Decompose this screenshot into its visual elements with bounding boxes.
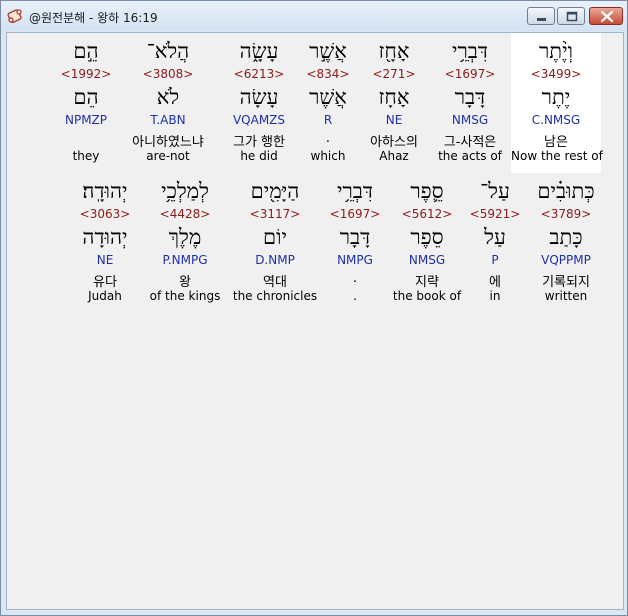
parsing-code: T.ABN <box>150 113 186 127</box>
word-cell[interactable]: לְמַלְכֵ֥י <4428> מֶלֶךְ P.NMPG 왕 of the… <box>140 173 230 313</box>
hebrew-word: הֲלֹא־ <box>146 39 190 63</box>
korean-gloss: 역대 <box>263 275 287 290</box>
app-window: @원전분해 - 왕하 16:19 וְיֶ֨תֶר <3499> יֶתֶר C… <box>0 0 628 616</box>
lemma: דָּבָר <box>339 225 371 249</box>
window-title: @원전분해 - 왕하 16:19 <box>29 11 158 25</box>
strong-number[interactable]: <6213> <box>214 67 304 81</box>
english-gloss: are-not <box>146 149 190 163</box>
verse-line-2: כְּתוּבִ֗ים <3789> כָּתַב VQPPMP 기록되지 wr… <box>7 173 623 313</box>
minimize-button[interactable] <box>527 7 555 25</box>
lemma: יְהוּדָה <box>82 225 128 249</box>
english-gloss: the chronicles <box>232 289 318 303</box>
parsing-code: P.NMPG <box>162 253 208 267</box>
parsing-code: NMPG <box>337 253 373 267</box>
app-scroll-icon[interactable] <box>7 8 23 24</box>
hebrew-word: הַיָּמִ֖ים <box>250 179 300 203</box>
close-button[interactable] <box>589 7 623 25</box>
parsing-code: NE <box>96 253 114 267</box>
strong-number[interactable]: <1697> <box>310 207 400 221</box>
strong-number[interactable]: <3808> <box>123 67 213 81</box>
english-gloss: of the kings <box>149 289 221 303</box>
korean-gloss: 아니하였느냐 <box>132 135 204 150</box>
word-cell[interactable]: וְיֶ֨תֶר <3499> יֶתֶר C.NMSG 남은 Now the … <box>511 33 603 173</box>
korean-gloss: . <box>352 271 358 286</box>
lemma: מֶלֶךְ <box>168 225 202 249</box>
title-bar[interactable]: @원전분해 - 왕하 16:19 <box>1 1 627 31</box>
parsing-code: D.NMP <box>255 253 295 267</box>
hebrew-word: לְמַלְכֵ֥י <box>161 179 209 203</box>
korean-gloss: 왕 <box>179 275 191 290</box>
lemma: הֵם <box>73 85 99 109</box>
close-icon <box>600 10 614 23</box>
minimize-icon <box>537 18 546 21</box>
strong-number[interactable]: <3063> <box>60 207 150 221</box>
english-gloss: . <box>353 289 357 303</box>
korean-gloss: 그가 행한 <box>233 135 285 150</box>
interlinear-pane[interactable]: וְיֶ֨תֶר <3499> יֶתֶר C.NMSG 남은 Now the … <box>6 32 624 610</box>
english-gloss: they <box>72 149 100 163</box>
hebrew-word: עָשָׂ֑ה <box>239 39 279 63</box>
parsing-code: VQAMZS <box>232 113 286 127</box>
lemma: לֹא <box>156 85 180 109</box>
parsing-code: C.NMSG <box>531 113 581 127</box>
word-cell[interactable]: עָשָׂ֑ה <6213> עָשָׂה VQAMZS 그가 행한 he di… <box>214 33 304 173</box>
word-cell[interactable]: הֵ֣ם <1992> הֵם NPMZP they <box>41 33 131 173</box>
word-cell[interactable]: הַיָּמִ֖ים <3117> יוֹם D.NMP 역대 the chro… <box>230 173 320 313</box>
korean-gloss: 유다 <box>93 275 117 290</box>
strong-number[interactable]: <4428> <box>140 207 230 221</box>
lemma: יוֹם <box>263 225 287 249</box>
lemma: עָשָׂה <box>239 85 279 109</box>
english-gloss: he did <box>240 149 278 163</box>
maximize-icon <box>566 11 578 22</box>
english-gloss: Judah <box>88 289 122 303</box>
strong-number[interactable]: <1992> <box>41 67 131 81</box>
word-cell[interactable]: הֲלֹא־ <3808> לֹא T.ABN 아니하였느냐 are-not <box>123 33 213 173</box>
strong-number[interactable]: <3499> <box>511 67 601 81</box>
lemma: יֶתֶר <box>541 85 571 109</box>
korean-gloss: 남은 <box>544 135 568 150</box>
hebrew-word: דִּבְרֵ֥י <box>336 179 374 203</box>
word-cell[interactable]: יְהוּדָֽה׃ <3063> יְהוּדָה NE 유다 Judah <box>60 173 150 313</box>
hebrew-word: וְיֶ֨תֶר <box>538 39 573 63</box>
maximize-button[interactable] <box>557 7 585 25</box>
strong-number[interactable]: <3117> <box>230 207 320 221</box>
word-cell[interactable]: דִּבְרֵ֥י <1697> דָּבָר NMPG . . <box>310 173 400 313</box>
hebrew-word: יְהוּדָֽה׃ <box>82 179 128 203</box>
parsing-code: NPMZP <box>64 113 108 127</box>
hebrew-word: הֵ֣ם <box>73 39 99 63</box>
verse-line-1: וְיֶ֨תֶר <3499> יֶתֶר C.NMSG 남은 Now the … <box>7 33 623 173</box>
english-gloss: Now the rest of <box>511 149 603 163</box>
